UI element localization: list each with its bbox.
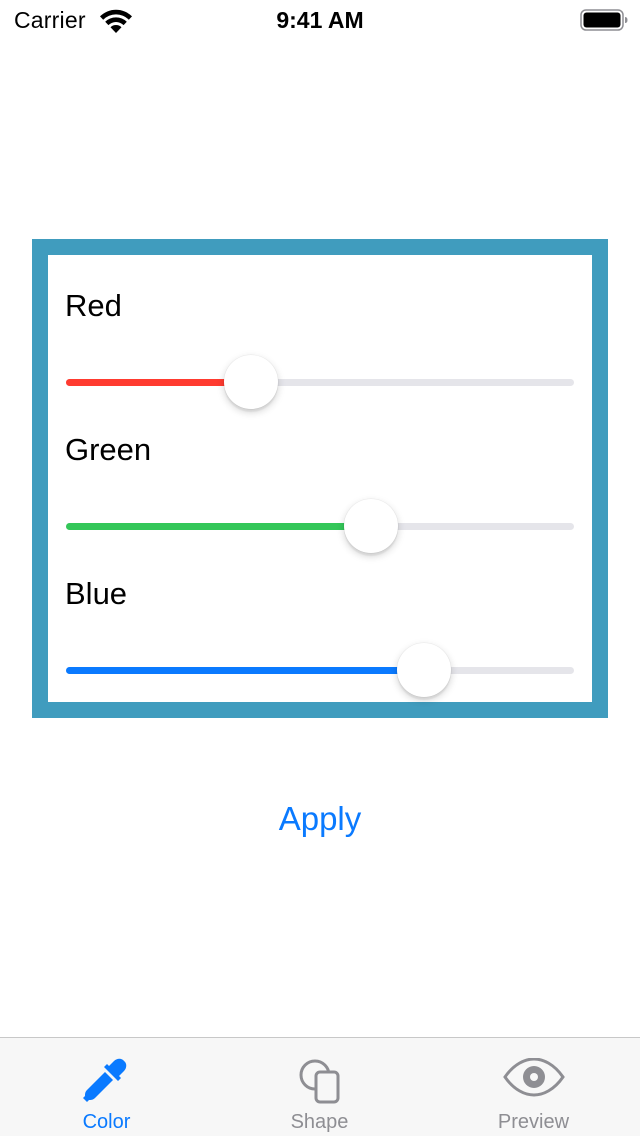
apply-button[interactable]: Apply xyxy=(220,795,420,843)
shapes-icon xyxy=(299,1059,339,1104)
blue-slider-thumb[interactable] xyxy=(397,643,452,697)
blue-slider-fill xyxy=(66,667,425,674)
tab-preview-label: Preview xyxy=(497,1111,570,1133)
green-label: Green xyxy=(65,432,152,467)
color-panel: Red Green Blue xyxy=(32,239,608,718)
red-slider-thumb[interactable] xyxy=(224,355,279,409)
tab-shape-label: Shape xyxy=(290,1111,349,1133)
green-slider[interactable] xyxy=(66,499,574,555)
tab-preview[interactable]: Preview xyxy=(427,1038,640,1137)
blue-label: Blue xyxy=(65,576,128,611)
tab-color[interactable]: Color xyxy=(0,1038,213,1137)
status-time: 9:41 AM xyxy=(276,7,364,33)
tab-bar: Color Shape Preview xyxy=(0,1037,640,1136)
eye-icon xyxy=(502,1058,565,1097)
tab-color-label: Color xyxy=(82,1111,131,1133)
battery-icon xyxy=(580,9,628,31)
red-slider[interactable] xyxy=(66,355,574,411)
red-label: Red xyxy=(65,288,122,323)
status-bar: Carrier 9:41 AM xyxy=(0,0,640,40)
eyedropper-icon xyxy=(82,1058,126,1102)
green-slider-thumb[interactable] xyxy=(343,499,398,553)
blue-slider[interactable] xyxy=(66,643,574,699)
green-slider-fill xyxy=(66,523,371,530)
tab-shape[interactable]: Shape xyxy=(213,1038,426,1137)
